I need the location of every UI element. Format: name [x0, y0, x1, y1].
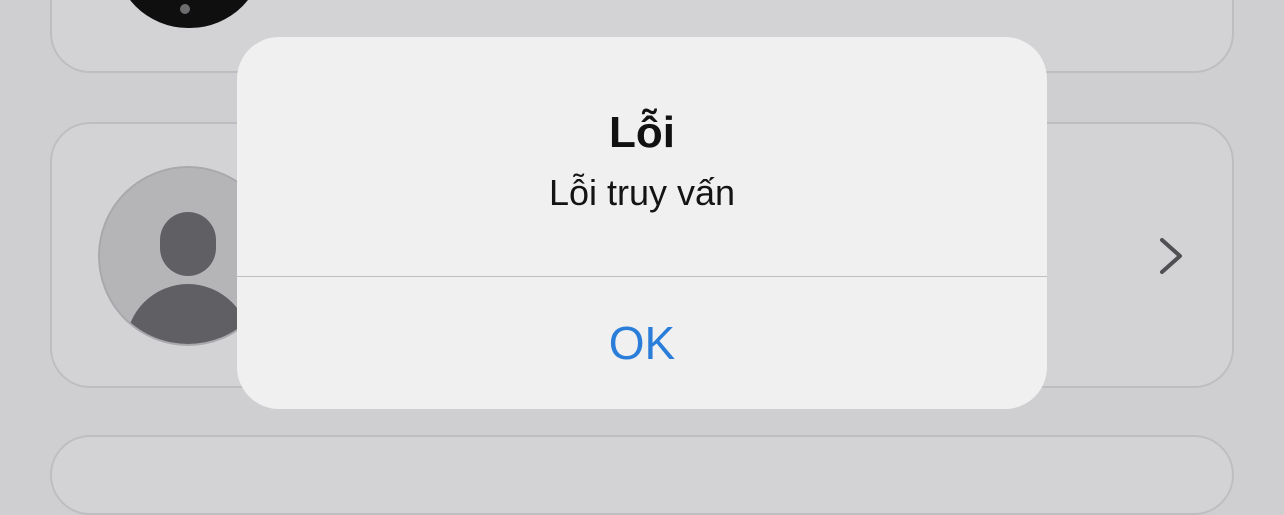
- list-card-bottom[interactable]: [50, 435, 1234, 515]
- chevron-right-icon: [1160, 238, 1182, 274]
- alert-message: Lỗi truy vấn: [548, 172, 736, 213]
- error-alert-dialog: Lỗi Lỗi truy vấn OK: [237, 37, 1047, 409]
- avatar-head: [160, 212, 216, 276]
- ok-button[interactable]: OK: [237, 277, 1047, 409]
- avatar: [114, 0, 264, 28]
- alert-title: Lỗi: [609, 108, 675, 157]
- avatar-detail: [180, 4, 190, 14]
- avatar-shoulders: [126, 284, 250, 344]
